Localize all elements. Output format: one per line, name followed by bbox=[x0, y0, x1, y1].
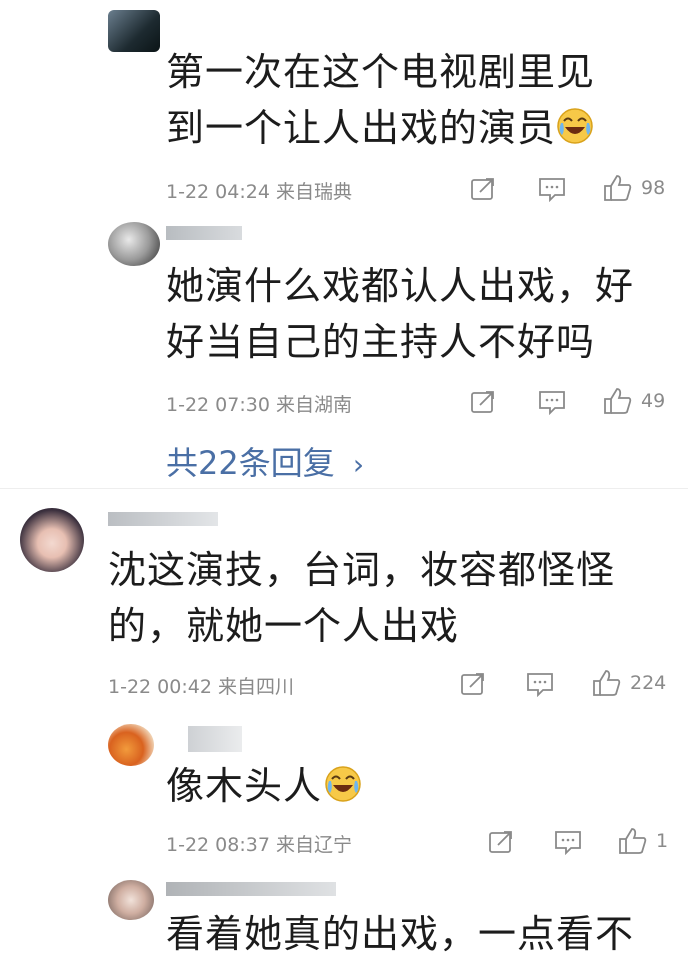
comment-meta: 1-22 07:30 来自湖南 bbox=[166, 394, 352, 416]
comment-button[interactable] bbox=[538, 389, 566, 415]
comment-meta: 1-22 04:24 来自瑞典 bbox=[166, 181, 352, 203]
comment-icon bbox=[539, 178, 565, 202]
avatar[interactable] bbox=[108, 10, 160, 52]
comment-meta: 1-22 00:42 来自四川 bbox=[108, 676, 294, 698]
comment-button[interactable] bbox=[526, 671, 554, 697]
avatar[interactable] bbox=[108, 222, 160, 266]
like-count: 224 bbox=[630, 672, 667, 694]
share-icon bbox=[471, 391, 494, 413]
thumbs-up-icon bbox=[593, 670, 621, 696]
like-button[interactable]: 1 bbox=[618, 827, 668, 855]
chevron-right-icon: › bbox=[352, 448, 365, 481]
avatar[interactable] bbox=[108, 724, 154, 766]
like-button[interactable]: 49 bbox=[603, 387, 665, 415]
like-button[interactable]: 98 bbox=[603, 174, 665, 202]
comment-text-line: 她演什么戏都认人出戏，好 bbox=[166, 264, 635, 308]
like-count: 49 bbox=[641, 390, 666, 412]
thumbs-up-icon bbox=[604, 388, 632, 414]
comment-text-line: 像木头人 bbox=[166, 758, 646, 818]
thumbs-up-icon bbox=[619, 828, 647, 854]
comment-text-line: 沈这演技，台词，妆容都怪怪 bbox=[108, 548, 616, 592]
comment-button[interactable] bbox=[538, 176, 566, 202]
like-count: 1 bbox=[656, 830, 669, 852]
view-replies-label: 共22条回复 bbox=[166, 444, 335, 482]
share-button[interactable] bbox=[470, 176, 496, 202]
avatar[interactable] bbox=[108, 880, 154, 920]
username-blurred[interactable] bbox=[108, 512, 218, 526]
username-blurred[interactable] bbox=[188, 726, 242, 752]
share-button[interactable] bbox=[460, 671, 486, 697]
comment-text: 像木头人 bbox=[166, 758, 646, 818]
comment-meta: 1-22 08:37 来自辽宁 bbox=[166, 834, 352, 856]
comment-icon bbox=[555, 831, 581, 855]
comment-text-line: 看着她真的出戏，一点看不 bbox=[166, 912, 635, 956]
username-blurred[interactable] bbox=[166, 226, 242, 240]
share-button[interactable] bbox=[470, 389, 496, 415]
laugh-cry-emoji bbox=[556, 104, 594, 160]
comment-text-line: 到一个让人出戏的演员 bbox=[166, 100, 666, 160]
share-icon bbox=[471, 178, 494, 200]
share-icon bbox=[461, 673, 484, 695]
comment-text: 她演什么戏都认人出戏，好 好当自己的主持人不好吗 bbox=[166, 258, 676, 370]
view-replies-link[interactable]: 共22条回复 › bbox=[166, 438, 364, 484]
laugh-cry-emoji bbox=[324, 762, 362, 818]
comment-text: 沈这演技，台词，妆容都怪怪 的，就她一个人出戏 bbox=[108, 542, 678, 654]
share-button[interactable] bbox=[488, 829, 514, 855]
comment-icon bbox=[539, 391, 565, 415]
thumbs-up-icon bbox=[604, 175, 632, 201]
share-icon bbox=[489, 831, 512, 853]
username-blurred[interactable] bbox=[166, 882, 336, 896]
comment-text-line: 好当自己的主持人不好吗 bbox=[166, 320, 596, 364]
comment-icon bbox=[527, 673, 553, 697]
avatar[interactable] bbox=[20, 508, 84, 572]
divider bbox=[0, 488, 688, 489]
comment-text: 看着她真的出戏，一点看不 bbox=[166, 906, 686, 962]
comment-text: 第一次在这个电视剧里见 到一个让人出戏的演员 bbox=[166, 44, 666, 160]
like-button[interactable]: 224 bbox=[592, 669, 666, 697]
comment-text-line: 的，就她一个人出戏 bbox=[108, 604, 460, 648]
like-count: 98 bbox=[641, 177, 666, 199]
comment-button[interactable] bbox=[554, 829, 582, 855]
comment-text-line: 第一次在这个电视剧里见 bbox=[166, 50, 596, 94]
